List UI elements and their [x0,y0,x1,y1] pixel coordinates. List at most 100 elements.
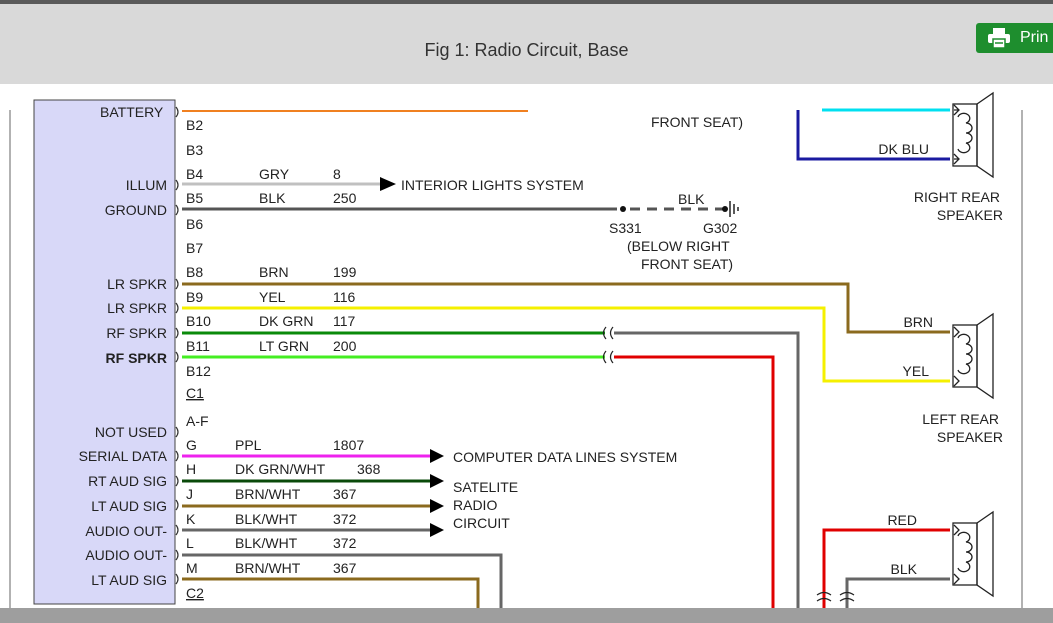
lower-speaker-wire-label-2: BLK [891,561,918,577]
pin-b12: B12 [186,363,211,379]
connector-c1: C1 [186,385,204,401]
pin-h: H [186,461,196,477]
wiring-diagram: BATTERY ILLUM GROUND LR SPKR LR SPKR RF … [9,91,1023,608]
wire-color-4: YEL [259,289,286,305]
dest-interior-lights: INTERIOR LIGHTS SYSTEM [401,177,584,193]
label-audio-out-2: AUDIO OUT- [85,547,167,563]
wire-circuit-4: 116 [333,289,356,305]
pin-b8: B8 [186,264,203,280]
label-ground: GROUND [105,202,167,218]
wire-color-7: PPL [235,437,262,453]
wire-color-2: BLK [259,190,286,206]
pin-labels: B2 B3 B4 B5 B6 B7 B8 B9 B10 B11 B12 C1 A… [186,117,211,601]
wire-labels: GRY 8 BLK 250 BRN 199 YEL 116 DK GRN 117… [235,166,381,576]
pin-m: M [186,560,198,576]
wire-circuit-3: 199 [333,264,357,280]
wire-color-11: BLK/WHT [235,535,298,551]
pin-g: G [186,437,197,453]
pin-l: L [186,535,194,551]
pin-j: J [186,486,193,502]
ground-note-2: FRONT SEAT) [641,256,733,272]
bottom-bar [0,608,1053,623]
splice-label: S331 [609,220,642,236]
wire-circuit-9: 367 [333,486,357,502]
wire-color-6: LT GRN [259,338,309,354]
dest-satelite-1: SATELITE [453,479,518,495]
pin-b10: B10 [186,313,211,329]
pin-b5: B5 [186,190,203,206]
wire-color-5: DK GRN [259,313,313,329]
wire-color-9: BRN/WHT [235,486,301,502]
label-lt-aud-sig: LT AUD SIG [91,498,167,514]
wire-lower-speaker-red [822,528,950,608]
pin-b9: B9 [186,289,203,305]
arrow-audio-out [430,523,444,537]
ground-label: G302 [703,220,737,236]
wire-color-1: GRY [259,166,290,182]
lower-speaker-wire-label-1: RED [887,512,917,528]
ground-symbol-icon [729,201,739,217]
label-rf-spkr-2: RF SPKR [106,350,167,366]
top-front-seat-note: FRONT SEAT) [651,114,743,130]
dest-computer-data-lines: COMPUTER DATA LINES SYSTEM [453,449,677,465]
print-button[interactable]: Prin [976,23,1053,53]
wire-circuit-11: 372 [333,535,357,551]
left-rear-speaker-name-1: LEFT REAR [922,411,999,427]
ground-note-1: (BELOW RIGHT [627,238,730,254]
header-bar: Fig 1: Radio Circuit, Base Prin [0,4,1053,84]
right-rear-speaker-icon [952,91,994,179]
connector-brackets [175,106,179,585]
diagram-frame: BATTERY ILLUM GROUND LR SPKR LR SPKR RF … [0,84,1053,608]
right-rear-speaker-name-2: SPEAKER [937,207,1003,223]
wire-circuit-10: 372 [333,511,357,527]
pin-b6: B6 [186,216,203,232]
lower-speaker-icon [952,510,994,598]
label-audio-out-1: AUDIO OUT- [85,523,167,539]
page-title: Fig 1: Radio Circuit, Base [424,40,629,60]
label-illum: ILLUM [126,177,167,193]
right-rear-wire-label: DK BLU [878,141,929,157]
pin-b2: B2 [186,117,203,133]
label-lt-aud-sig-2: LT AUD SIG [91,572,167,588]
arrow-serial-data [430,449,444,463]
wire-lt-aud-sig-brnwht-2 [182,577,480,608]
wire-color-12: BRN/WHT [235,560,301,576]
wire-color-10: BLK/WHT [235,511,298,527]
pin-b11: B11 [186,338,210,354]
ground-g302-dot [722,206,728,212]
connector-c2: C2 [186,585,204,601]
arrow-rt-aud-sig [430,474,444,488]
label-lr-spkr-1: LR SPKR [107,276,167,292]
wire-circuit-12: 367 [333,560,357,576]
wire-rf-spkr-continuation-red [614,355,775,608]
dest-satelite-3: CIRCUIT [453,515,510,531]
wire-color-3: BRN [259,264,289,280]
label-battery: BATTERY [100,104,164,120]
wire-circuit-1: 8 [333,166,341,182]
left-rear-speaker-icon [952,312,994,400]
left-rear-speaker-name-2: SPEAKER [937,429,1003,445]
wire-circuit-6: 200 [333,338,357,354]
pin-b7: B7 [186,240,203,256]
arrow-lt-aud-sig [430,499,444,513]
ground-wire-color: BLK [678,191,705,207]
label-lr-spkr-2: LR SPKR [107,300,167,316]
pin-b4: B4 [186,166,203,182]
pin-a-f: A-F [186,413,209,429]
wire-lower-speaker-blk [845,577,950,608]
right-rear-speaker-name-1: RIGHT REAR [914,189,1000,205]
label-rt-aud-sig: RT AUD SIG [88,473,167,489]
label-serial-data: SERIAL DATA [79,448,168,464]
wire-circuit-2: 250 [333,190,357,206]
wire-circuit-7: 1807 [333,437,364,453]
dest-satelite-2: RADIO [453,497,497,513]
wire-circuit-8: 368 [357,461,381,477]
pin-k: K [186,511,196,527]
splice-s331-dot [620,206,626,212]
left-rear-wire-label-1: BRN [903,314,933,330]
label-rf-spkr-1: RF SPKR [106,325,167,341]
printer-icon [988,28,1010,48]
wire-rf-spkr-continuation-gray [614,331,800,608]
label-not-used: NOT USED [95,424,167,440]
pin-b3: B3 [186,142,203,158]
